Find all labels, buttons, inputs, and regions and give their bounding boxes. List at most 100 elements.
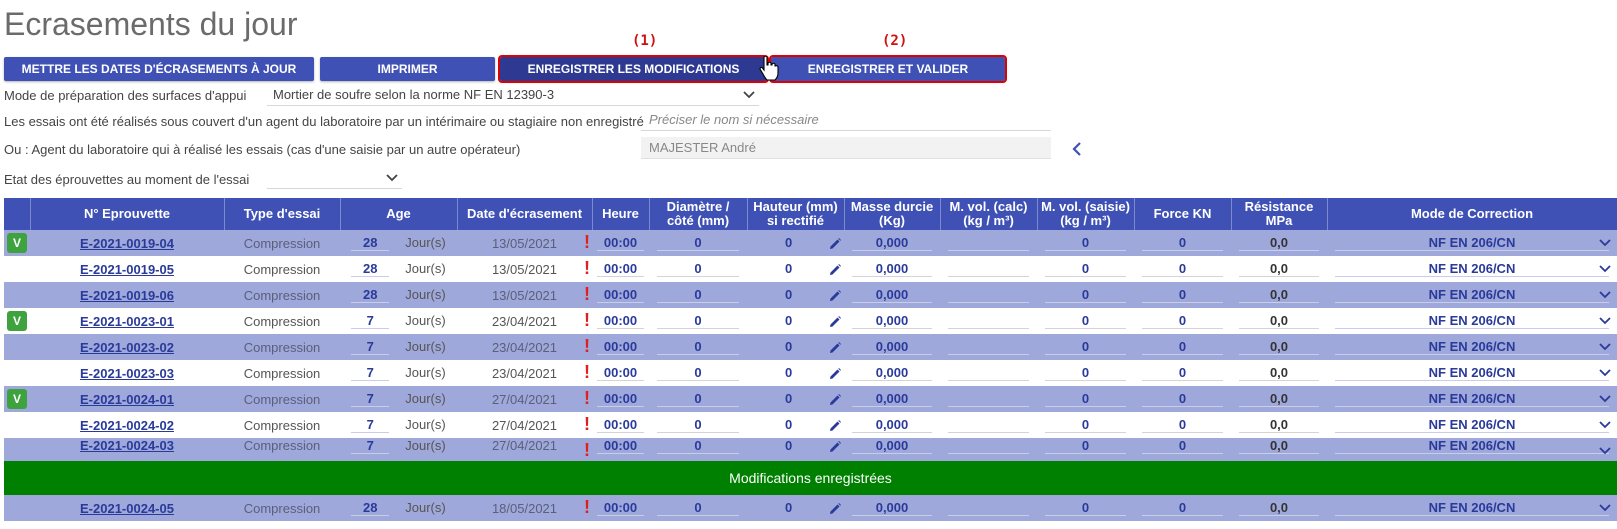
mass-input[interactable]: 0,000 (851, 261, 933, 277)
header-density-calc[interactable]: M. vol. (calc) (kg / m³) (940, 198, 1038, 230)
density-entered-input[interactable]: 0 (1044, 235, 1127, 251)
specimen-cell[interactable]: E-2021-0019-06 (30, 282, 224, 308)
age-input[interactable]: 28 (351, 500, 390, 516)
specimen-cell[interactable]: E-2021-0024-02 (30, 412, 224, 438)
density-entered-input[interactable]: 0 (1044, 339, 1127, 355)
specimen-cell[interactable]: E-2021-0019-05 (30, 256, 224, 282)
density-entered-input[interactable]: 0 (1044, 391, 1127, 407)
specimen-link[interactable]: E-2021-0024-01 (80, 392, 174, 407)
pencil-icon[interactable] (828, 315, 842, 329)
correction-mode-select[interactable]: NF EN 206/CN (1334, 438, 1610, 454)
force-input[interactable]: 0 (1141, 235, 1224, 251)
diameter-input[interactable]: 0 (656, 417, 740, 433)
mass-input[interactable]: 0,000 (851, 313, 933, 329)
force-input[interactable]: 0 (1141, 287, 1224, 303)
correction-mode-select[interactable]: NF EN 206/CN (1334, 287, 1610, 303)
pencil-icon[interactable] (828, 440, 842, 454)
time-input[interactable]: 00:00 (597, 365, 644, 381)
header-correction-mode[interactable]: Mode de Correction (1327, 198, 1617, 230)
diameter-input[interactable]: 0 (656, 339, 740, 355)
height-value[interactable]: 0 (785, 365, 792, 380)
diameter-input[interactable]: 0 (656, 313, 740, 329)
density-entered-input[interactable]: 0 (1044, 287, 1127, 303)
header-time[interactable]: Heure (592, 198, 650, 230)
mass-input[interactable]: 0,000 (851, 235, 933, 251)
header-crush-date[interactable]: Date d'écrasement (457, 198, 593, 230)
specimen-cell[interactable]: E-2021-0024-03 (30, 438, 224, 461)
header-age[interactable]: Age (340, 198, 458, 230)
correction-mode-select[interactable]: NF EN 206/CN (1334, 235, 1610, 251)
correction-mode-cell[interactable]: NF EN 206/CN (1327, 256, 1617, 282)
correction-mode-cell[interactable]: NF EN 206/CN (1327, 438, 1617, 461)
diameter-input[interactable]: 0 (656, 391, 740, 407)
diameter-input[interactable]: 0 (656, 261, 740, 277)
correction-mode-cell[interactable]: NF EN 206/CN (1327, 282, 1617, 308)
correction-mode-select[interactable]: NF EN 206/CN (1334, 339, 1610, 355)
pencil-icon[interactable] (828, 502, 842, 516)
correction-mode-cell[interactable]: NF EN 206/CN (1327, 412, 1617, 438)
time-input[interactable]: 00:00 (597, 339, 644, 355)
header-mass[interactable]: Masse durcie (Kg) (844, 198, 941, 230)
specimen-link[interactable]: E-2021-0019-06 (80, 288, 174, 303)
header-density-entered[interactable]: M. vol. (saisie) (kg / m³) (1037, 198, 1135, 230)
header-test-type[interactable]: Type d'essai (224, 198, 341, 230)
update-dates-button[interactable]: METTRE LES DATES D'ÉCRASEMENTS À JOUR (4, 57, 314, 81)
header-force[interactable]: Force KN (1134, 198, 1232, 230)
correction-mode-select[interactable]: NF EN 206/CN (1334, 261, 1610, 277)
age-input[interactable]: 28 (351, 261, 390, 277)
density-entered-input[interactable]: 0 (1044, 500, 1127, 516)
force-input[interactable]: 0 (1141, 365, 1224, 381)
header-height[interactable]: Hauteur (mm) si rectifié (747, 198, 845, 230)
specimen-cell[interactable]: E-2021-0024-05 (30, 495, 224, 521)
pencil-icon[interactable] (828, 367, 842, 381)
specimen-cell[interactable]: E-2021-0023-03 (30, 360, 224, 386)
force-input[interactable]: 0 (1141, 417, 1224, 433)
height-value[interactable]: 0 (785, 391, 792, 406)
surface-prep-select[interactable]: Mortier de soufre selon la norme NF EN 1… (267, 84, 759, 106)
time-input[interactable]: 00:00 (597, 500, 644, 516)
time-input[interactable]: 00:00 (597, 391, 644, 407)
diameter-input[interactable]: 0 (656, 438, 740, 454)
age-input[interactable]: 7 (351, 438, 390, 454)
save-and-validate-button[interactable]: ENREGISTRER ET VALIDER (769, 55, 1007, 83)
density-entered-input[interactable]: 0 (1044, 365, 1127, 381)
density-entered-input[interactable]: 0 (1044, 438, 1127, 454)
height-value[interactable]: 0 (785, 287, 792, 302)
header-diameter[interactable]: Diamètre / côté (mm) (649, 198, 748, 230)
time-input[interactable]: 00:00 (597, 235, 644, 251)
specimen-link[interactable]: E-2021-0023-02 (80, 340, 174, 355)
specimen-link[interactable]: E-2021-0024-03 (80, 438, 174, 453)
header-resistance[interactable]: Résistance MPa (1231, 198, 1328, 230)
age-input[interactable]: 7 (351, 365, 390, 381)
time-input[interactable]: 00:00 (597, 287, 644, 303)
chevron-left-icon[interactable] (1071, 141, 1083, 157)
specimen-link[interactable]: E-2021-0019-04 (80, 236, 174, 251)
pencil-icon[interactable] (828, 263, 842, 277)
height-value[interactable]: 0 (785, 339, 792, 354)
age-input[interactable]: 7 (351, 391, 390, 407)
print-button[interactable]: IMPRIMER (320, 57, 495, 81)
specimen-cell[interactable]: E-2021-0023-01 (30, 308, 224, 334)
density-entered-input[interactable]: 0 (1044, 417, 1127, 433)
specimen-link[interactable]: E-2021-0024-02 (80, 418, 174, 433)
density-entered-input[interactable]: 0 (1044, 261, 1127, 277)
diameter-input[interactable]: 0 (656, 500, 740, 516)
mass-input[interactable]: 0,000 (851, 339, 933, 355)
pencil-icon[interactable] (828, 237, 842, 251)
intern-name-input[interactable]: Préciser le nom si nécessaire (641, 109, 1051, 131)
time-input[interactable]: 00:00 (597, 313, 644, 329)
header-specimen[interactable]: N° Eprouvette (30, 198, 225, 230)
correction-mode-cell[interactable]: NF EN 206/CN (1327, 495, 1617, 521)
correction-mode-cell[interactable]: NF EN 206/CN (1327, 230, 1617, 256)
time-input[interactable]: 00:00 (597, 438, 644, 454)
age-input[interactable]: 7 (351, 313, 390, 329)
height-value[interactable]: 0 (785, 261, 792, 276)
correction-mode-cell[interactable]: NF EN 206/CN (1327, 386, 1617, 412)
height-value[interactable]: 0 (785, 313, 792, 328)
age-input[interactable]: 7 (351, 339, 390, 355)
correction-mode-select[interactable]: NF EN 206/CN (1334, 313, 1610, 329)
time-input[interactable]: 00:00 (597, 261, 644, 277)
force-input[interactable]: 0 (1141, 261, 1224, 277)
correction-mode-cell[interactable]: NF EN 206/CN (1327, 334, 1617, 360)
mass-input[interactable]: 0,000 (851, 417, 933, 433)
